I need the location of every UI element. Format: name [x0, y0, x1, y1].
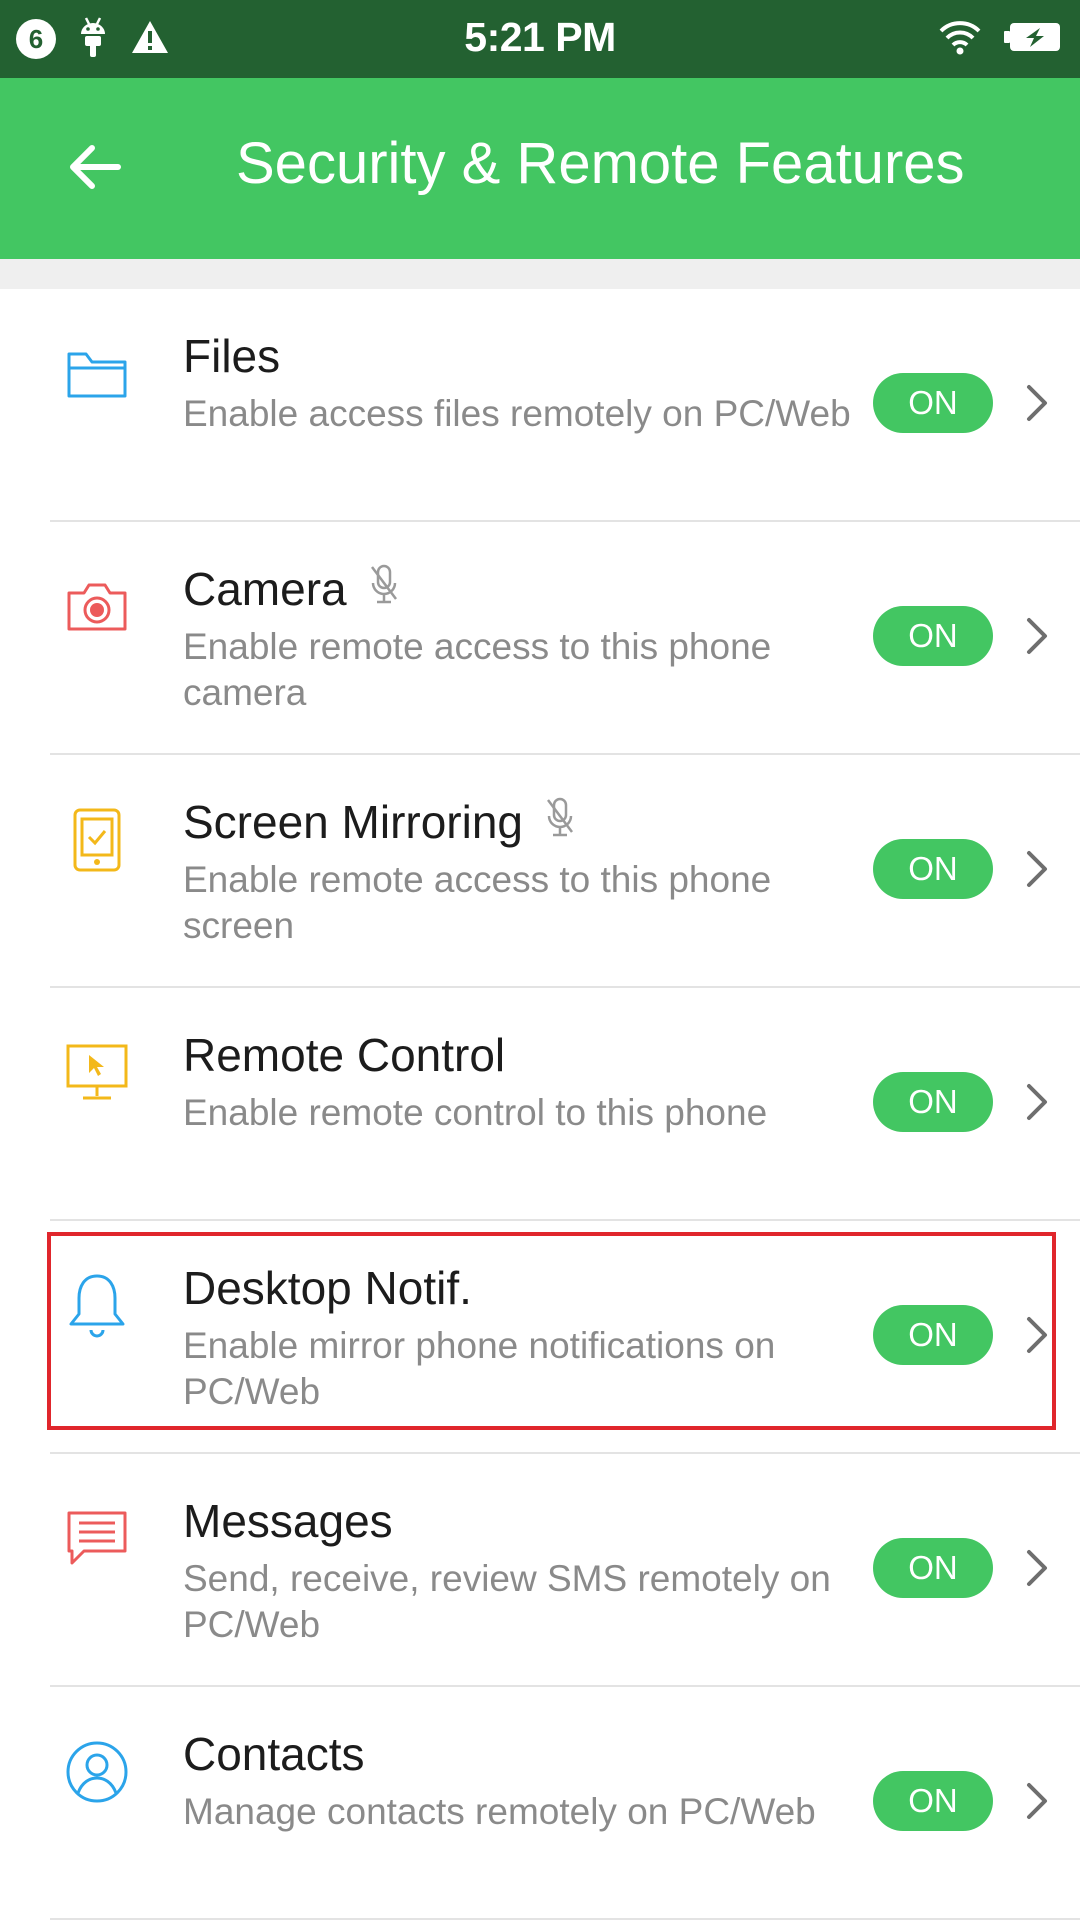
feature-row-messages[interactable]: Messages Send, receive, review SMS remot…: [0, 1454, 1080, 1687]
feature-title-text: Files: [183, 330, 281, 382]
feature-toggle-desktop-notif[interactable]: ON: [873, 1305, 993, 1365]
battery-charging-icon: [1004, 20, 1062, 59]
feature-title-text: Contacts: [183, 1728, 365, 1780]
wifi-icon: [938, 19, 982, 60]
feature-row-contacts[interactable]: Contacts Manage contacts remotely on PC/…: [0, 1687, 1080, 1920]
feature-toggle-remote-control[interactable]: ON: [873, 1072, 993, 1132]
feature-title: Screen Mirroring: [183, 795, 575, 849]
back-button[interactable]: [58, 132, 132, 206]
microphone-muted-icon: [545, 795, 575, 849]
feature-description: Enable remote access to this phone scree…: [183, 859, 772, 946]
section-spacer: [0, 259, 1080, 289]
chevron-right-icon[interactable]: [1022, 1781, 1052, 1821]
page-title: Security & Remote Features: [236, 131, 965, 196]
feature-row-files[interactable]: Files Enable access files remotely on PC…: [0, 289, 1080, 522]
feature-description: Enable remote access to this phone camer…: [183, 626, 772, 713]
chevron-right-icon[interactable]: [1022, 1082, 1052, 1122]
feature-title: Remote Control: [183, 1028, 505, 1082]
feature-title-text: Screen Mirroring: [183, 796, 523, 848]
chevron-right-icon[interactable]: [1022, 849, 1052, 889]
app-bar: Security & Remote Features: [0, 78, 1080, 259]
feature-toggle-camera[interactable]: ON: [873, 606, 993, 666]
status-bar: 6 5:21 PM: [0, 0, 1080, 78]
chevron-right-icon[interactable]: [1022, 1315, 1052, 1355]
feature-title-text: Camera: [183, 563, 347, 615]
microphone-muted-icon: [369, 562, 399, 616]
feature-toggle-messages[interactable]: ON: [873, 1538, 993, 1598]
feature-toggle-contacts[interactable]: ON: [873, 1771, 993, 1831]
feature-description: Enable mirror phone notifications on PC/…: [183, 1325, 776, 1412]
feature-row-desktop-notif[interactable]: Desktop Notif. Enable mirror phone notif…: [0, 1221, 1080, 1454]
chevron-right-icon[interactable]: [1022, 616, 1052, 656]
feature-title: Messages: [183, 1494, 393, 1548]
feature-title-text: Remote Control: [183, 1029, 506, 1081]
feature-title: Desktop Notif.: [183, 1261, 472, 1315]
feature-description: Enable remote control to this phone: [183, 1092, 768, 1133]
feature-row-screen-mirroring[interactable]: Screen Mirroring Enable remote access to…: [0, 755, 1080, 988]
folder-icon: [62, 339, 132, 409]
status-time: 5:21 PM: [464, 14, 616, 60]
feature-row-camera[interactable]: Camera Enable remote access to this phon…: [0, 522, 1080, 755]
feature-title: Camera: [183, 562, 399, 616]
message-icon: [62, 1504, 132, 1574]
feature-toggle-files[interactable]: ON: [873, 373, 993, 433]
feature-title: Files: [183, 329, 280, 383]
feature-row-remote-control[interactable]: Remote Control Enable remote control to …: [0, 988, 1080, 1221]
monitor-cursor-icon: [62, 1038, 132, 1108]
bell-icon: [62, 1271, 132, 1341]
arrow-left-icon: [68, 144, 122, 195]
feature-description: Enable access files remotely on PC/Web: [183, 393, 851, 434]
phone-screen-icon: [62, 805, 132, 875]
status-bar-right: [938, 18, 1062, 60]
feature-description: Send, receive, review SMS remotely on PC…: [183, 1558, 831, 1645]
feature-toggle-screen-mirroring[interactable]: ON: [873, 839, 993, 899]
chevron-right-icon[interactable]: [1022, 1548, 1052, 1588]
feature-title-text: Desktop Notif.: [183, 1262, 472, 1314]
feature-list: Files Enable access files remotely on PC…: [0, 289, 1080, 1920]
feature-title: Contacts: [183, 1727, 365, 1781]
feature-description: Manage contacts remotely on PC/Web: [183, 1791, 816, 1832]
contact-icon: [62, 1737, 132, 1807]
camera-icon: [62, 572, 132, 642]
feature-title-text: Messages: [183, 1495, 393, 1547]
chevron-right-icon[interactable]: [1022, 383, 1052, 423]
